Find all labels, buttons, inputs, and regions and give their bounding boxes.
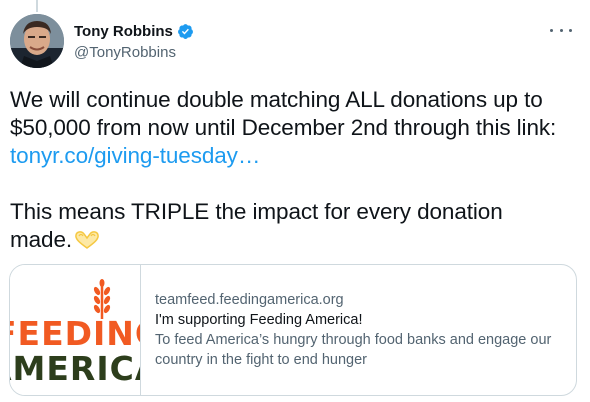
tweet-link[interactable]: tonyr.co/giving-tuesday…: [10, 143, 260, 168]
wheat-logo-icon: [93, 279, 111, 319]
author-name-row: Tony Robbins: [74, 23, 194, 40]
tweet-text: We will continue double matching ALL don…: [10, 86, 570, 257]
author-avatar[interactable]: [10, 14, 64, 68]
author-handle[interactable]: @TonyRobbins: [74, 44, 176, 61]
more-options-icon[interactable]: [550, 22, 572, 38]
card-logo-text-bottom: AMERICA: [10, 349, 140, 388]
verified-badge-icon: [177, 23, 194, 40]
author-display-name[interactable]: Tony Robbins: [74, 23, 173, 40]
tweet-paragraph-1: We will continue double matching ALL don…: [10, 86, 570, 170]
card-title: I'm supporting Feeding America!: [155, 312, 363, 328]
tweet-paragraph-2: This means TRIPLE the impact for every d…: [10, 198, 570, 257]
link-preview-card[interactable]: FEEDING AMERICA teamfeed.feedingamerica.…: [9, 264, 577, 396]
avatar-photo-icon: [10, 14, 64, 68]
card-thumbnail: FEEDING AMERICA: [10, 265, 141, 395]
thread-connector-line: [36, 0, 38, 12]
heart-hands-emoji-icon: [74, 229, 100, 257]
card-description: To feed America’s hungry through food ba…: [155, 332, 552, 368]
tweet-text-part1: We will continue double matching ALL don…: [10, 87, 557, 140]
card-body: teamfeed.feedingamerica.org I'm supporti…: [141, 265, 576, 395]
card-logo-text-top: FEEDING: [10, 314, 140, 353]
card-domain: teamfeed.feedingamerica.org: [155, 292, 344, 308]
